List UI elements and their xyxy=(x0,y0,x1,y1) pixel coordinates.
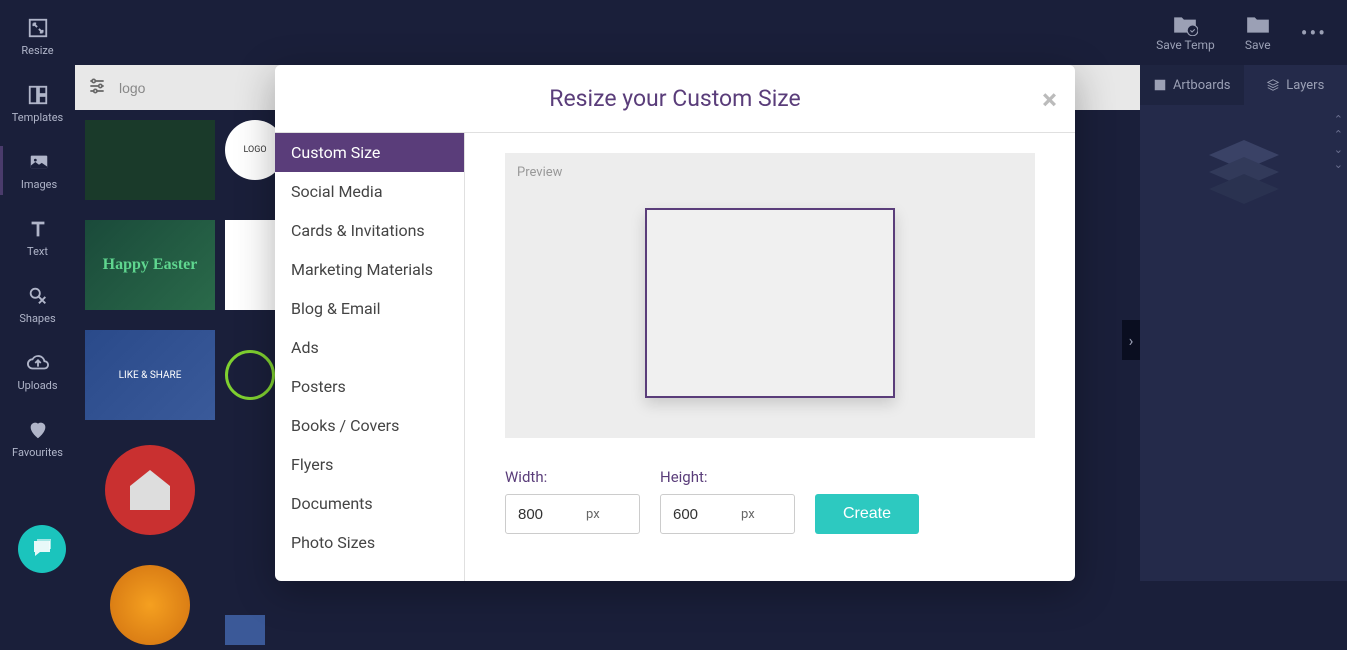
height-label: Height: xyxy=(660,468,795,486)
sidebar-label: Shapes xyxy=(19,312,55,325)
artboards-icon xyxy=(1153,78,1167,92)
sidebar-label: Images xyxy=(21,178,57,191)
close-icon[interactable]: × xyxy=(1042,83,1057,116)
sidebar-item-uploads[interactable]: Uploads xyxy=(0,347,75,396)
heart-icon xyxy=(26,418,50,442)
save-button[interactable]: Save xyxy=(1245,14,1271,52)
save-temp-button[interactable]: Save Temp xyxy=(1156,14,1215,52)
layers-empty xyxy=(1140,105,1347,235)
category-custom-size[interactable]: Custom Size xyxy=(275,133,464,172)
size-controls: Width: px Height: px Create xyxy=(505,468,1035,534)
chat-button[interactable] xyxy=(18,525,66,573)
category-documents[interactable]: Documents xyxy=(275,484,464,523)
sidebar-item-shapes[interactable]: Shapes xyxy=(0,280,75,329)
height-unit: px xyxy=(741,507,765,522)
category-books[interactable]: Books / Covers xyxy=(275,406,464,445)
sidebar-item-images[interactable]: Images xyxy=(0,146,75,195)
panel-tabs: Artboards Layers xyxy=(1140,65,1347,105)
shapes-icon xyxy=(26,284,50,308)
sidebar-label: Resize xyxy=(21,44,53,57)
templates-icon xyxy=(26,83,50,107)
category-marketing[interactable]: Marketing Materials xyxy=(275,250,464,289)
sidebar-item-text[interactable]: Text xyxy=(0,213,75,262)
template-thumb[interactable] xyxy=(85,440,215,540)
template-thumb[interactable] xyxy=(225,220,275,310)
modal-body: Custom Size Social Media Cards & Invitat… xyxy=(275,133,1075,581)
tab-layers[interactable]: Layers xyxy=(1244,65,1347,105)
sidebar-label: Favourites xyxy=(12,446,63,459)
sidebar-item-resize[interactable]: Resize xyxy=(0,12,75,61)
layers-icon xyxy=(1266,78,1280,92)
images-icon xyxy=(27,150,51,174)
top-toolbar: Save Temp Save ••• xyxy=(75,0,1347,65)
layer-top-icon[interactable]: ⌃ xyxy=(1334,113,1343,126)
uploads-icon xyxy=(26,351,50,375)
tab-label: Layers xyxy=(1286,78,1324,93)
sidebar-label: Templates xyxy=(12,111,63,124)
preview-label: Preview xyxy=(517,165,1023,180)
width-input-wrap: px xyxy=(505,494,640,534)
size-category-list[interactable]: Custom Size Social Media Cards & Invitat… xyxy=(275,133,465,581)
layer-down-icon[interactable]: ⌄ xyxy=(1334,143,1343,156)
left-sidebar: Resize Templates Images Text Shapes Uplo… xyxy=(0,0,75,581)
modal-header: Resize your Custom Size × xyxy=(275,65,1075,133)
text-icon xyxy=(26,217,50,241)
layer-arrows: ⌃ ⌃ ⌄ ⌄ xyxy=(1334,113,1343,171)
right-panel: Artboards Layers ⌃ ⌃ ⌄ ⌄ xyxy=(1140,65,1347,581)
height-input-wrap: px xyxy=(660,494,795,534)
template-thumb[interactable]: Happy Easter xyxy=(85,220,215,310)
create-button[interactable]: Create xyxy=(815,494,919,534)
modal-content: Preview Width: px Height: px xyxy=(465,133,1075,581)
category-blog-email[interactable]: Blog & Email xyxy=(275,289,464,328)
height-input[interactable] xyxy=(661,506,741,523)
resize-modal: Resize your Custom Size × Custom Size So… xyxy=(275,65,1075,581)
folder-check-icon xyxy=(1172,14,1198,36)
width-label: Width: xyxy=(505,468,640,486)
more-menu-button[interactable]: ••• xyxy=(1301,21,1327,45)
width-unit: px xyxy=(586,507,610,522)
toolbar-label: Save Temp xyxy=(1156,38,1215,52)
sidebar-label: Uploads xyxy=(17,379,57,392)
template-thumb[interactable]: LIKE & SHARE xyxy=(85,330,215,420)
width-input[interactable] xyxy=(506,506,586,523)
category-flyers[interactable]: Flyers xyxy=(275,445,464,484)
folder-icon xyxy=(1245,14,1271,36)
preview-box xyxy=(645,208,895,398)
preview-area: Preview xyxy=(505,153,1035,438)
template-thumb[interactable] xyxy=(85,120,215,200)
layers-stack-icon xyxy=(1199,135,1289,205)
modal-title: Resize your Custom Size xyxy=(549,85,800,112)
tab-artboards[interactable]: Artboards xyxy=(1140,65,1244,105)
sidebar-item-templates[interactable]: Templates xyxy=(0,79,75,128)
panel-collapse-button[interactable]: › xyxy=(1122,320,1140,360)
chat-icon xyxy=(30,537,54,561)
category-posters[interactable]: Posters xyxy=(275,367,464,406)
category-ads[interactable]: Ads xyxy=(275,328,464,367)
layer-up-icon[interactable]: ⌃ xyxy=(1334,128,1343,141)
template-thumb[interactable] xyxy=(85,560,215,650)
resize-icon xyxy=(26,16,50,40)
sidebar-label: Text xyxy=(27,245,48,258)
category-cards[interactable]: Cards & Invitations xyxy=(275,211,464,250)
toolbar-label: Save xyxy=(1245,38,1271,52)
category-social-media[interactable]: Social Media xyxy=(275,172,464,211)
filter-icon[interactable] xyxy=(87,76,107,100)
category-photo-sizes[interactable]: Photo Sizes xyxy=(275,523,464,562)
height-field: Height: px xyxy=(660,468,795,534)
template-thumb[interactable] xyxy=(225,615,265,645)
sidebar-item-favourites[interactable]: Favourites xyxy=(0,414,75,463)
width-field: Width: px xyxy=(505,468,640,534)
layer-bottom-icon[interactable]: ⌄ xyxy=(1334,158,1343,171)
tab-label: Artboards xyxy=(1173,78,1231,93)
